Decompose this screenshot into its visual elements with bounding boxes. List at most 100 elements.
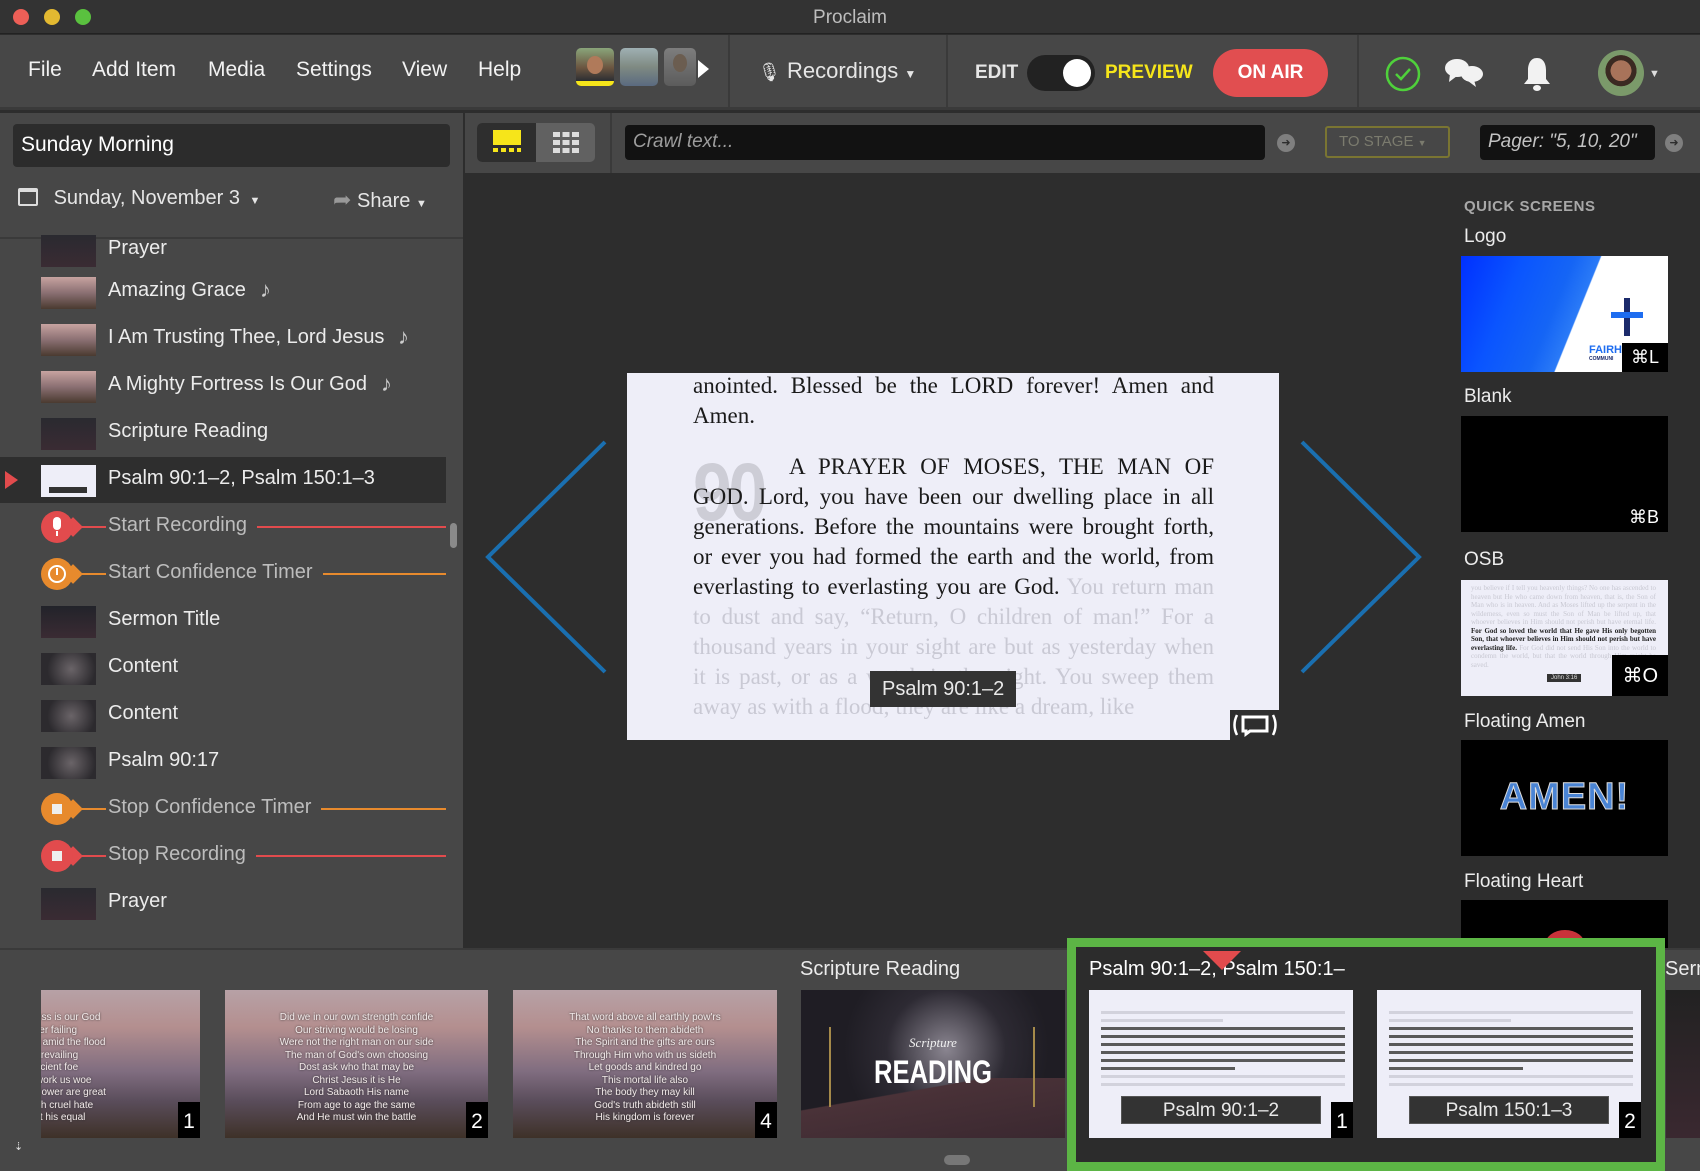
service-item[interactable]: Psalm 90:1–2, Psalm 150:1–3: [0, 457, 446, 503]
item-thumbnail: [41, 418, 96, 450]
strip-scrollbar[interactable]: [944, 1155, 970, 1165]
item-label: Scripture Reading: [108, 420, 269, 442]
item-label: Sermon Title: [108, 608, 221, 630]
cameras-next-arrow-icon[interactable]: [698, 60, 709, 78]
service-item[interactable]: Prayer: [0, 880, 446, 926]
quick-screen-blank[interactable]: ⌘B: [1461, 416, 1668, 532]
service-item[interactable]: Scripture Reading: [0, 410, 446, 456]
menu-settings[interactable]: Settings: [296, 58, 372, 82]
cue-item[interactable]: Stop Recording: [0, 833, 446, 879]
to-stage-dropdown[interactable]: TO STAGE ▼: [1325, 126, 1450, 158]
song-slide-4[interactable]: That word above all earthly pow'rs No tha…: [513, 990, 777, 1138]
song-slide-lyrics: Did we in our own strength confide Our st…: [279, 1012, 434, 1123]
quick-screen-osb[interactable]: you believe if I tell you heavenly thing…: [1461, 580, 1668, 696]
stage-toolbar: Crawl text... ➜ TO STAGE ▼ Pager: "5, 10…: [465, 113, 1700, 173]
menu-file[interactable]: File: [28, 58, 62, 82]
logo-shortcut: ⌘L: [1621, 343, 1668, 372]
cue-line: [321, 808, 446, 810]
service-item[interactable]: I Am Trusting Thee, Lord Jesus ♪: [0, 316, 446, 362]
logo-text: FAIRH: [1589, 344, 1622, 356]
camera-1-thumb[interactable]: [576, 48, 614, 86]
clock-icon: [41, 558, 73, 590]
music-note-icon: ♪: [381, 371, 392, 396]
chat-icon[interactable]: [1444, 56, 1486, 90]
broadcast-screen-icon[interactable]: [1230, 710, 1280, 740]
item-thumbnail: [41, 888, 96, 920]
song-slide-1[interactable]: A mighty fortress is our GodA bulwark ne…: [41, 990, 200, 1138]
person-icon: [673, 54, 687, 72]
preview-mode-label[interactable]: PREVIEW: [1105, 62, 1193, 84]
previous-slide-arrow-icon[interactable]: [480, 435, 610, 680]
avatar-chevron-down-icon[interactable]: ▼: [1649, 68, 1660, 80]
service-item[interactable]: Sermon Title: [0, 598, 446, 644]
recordings-dropdown[interactable]: 🎙 Recordings ▼: [758, 58, 916, 84]
send-crawl-arrow-icon[interactable]: ➜: [1277, 134, 1295, 152]
cue-label: Start Recording: [108, 514, 247, 536]
cue-label: Stop Recording: [108, 843, 246, 865]
grid-view-button[interactable]: [553, 132, 579, 153]
to-stage-label: TO STAGE: [1339, 133, 1414, 150]
service-item[interactable]: Prayer: [0, 227, 446, 273]
quick-screen-floating-amen[interactable]: AMEN!: [1461, 740, 1668, 856]
slide-number: 2: [1619, 1102, 1641, 1138]
share-dropdown[interactable]: ➦ Share ▼: [333, 187, 427, 213]
bible-slide-reference: Psalm 90:1–2: [1121, 1096, 1321, 1124]
single-view-button[interactable]: [477, 123, 536, 162]
camera-3-thumb[interactable]: [664, 48, 696, 86]
bible-slide-2[interactable]: Psalm 150:1–3 2: [1377, 990, 1641, 1138]
service-item[interactable]: A Mighty Fortress Is Our God ♪: [0, 363, 446, 409]
edit-mode-label[interactable]: EDIT: [975, 62, 1018, 84]
next-group-slide[interactable]: [1666, 990, 1700, 1138]
item-label: Psalm 90:1–2, Psalm 150:1–3: [108, 467, 375, 489]
pager-input[interactable]: Pager: "5, 10, 20": [1480, 125, 1655, 160]
cue-item[interactable]: Stop Confidence Timer: [0, 786, 446, 832]
preview-slide[interactable]: anointed. Blessed be the LORD forever! A…: [627, 373, 1279, 740]
service-item[interactable]: Psalm 90:17: [0, 739, 446, 785]
crawl-text-input[interactable]: Crawl text...: [625, 125, 1265, 160]
menu-help[interactable]: Help: [478, 58, 521, 82]
item-label: A Mighty Fortress Is Our God: [108, 373, 367, 395]
item-thumbnail: [41, 324, 96, 356]
bible-slide-1[interactable]: Psalm 90:1–2 1: [1089, 990, 1353, 1138]
menu-add-item[interactable]: Add Item: [92, 58, 176, 82]
notifications-bell-icon[interactable]: [1521, 55, 1553, 93]
song-slide-lyrics: A mighty fortress is our GodA bulwark ne…: [41, 1012, 106, 1123]
scripture-reading-slide[interactable]: Scripture READING: [801, 990, 1065, 1138]
song-slide-2[interactable]: Did we in our own strength confide Our st…: [225, 990, 488, 1138]
music-note-icon: ♪: [398, 324, 409, 349]
slide-reference-badge: Psalm 90:1–2: [870, 671, 1017, 707]
service-date-dropdown[interactable]: Sunday, November 3 ▼: [18, 187, 260, 210]
user-avatar[interactable]: [1598, 50, 1644, 96]
collapse-strip-icon[interactable]: ⇣: [14, 1140, 23, 1153]
camera-2-thumb[interactable]: [620, 48, 658, 86]
on-air-button[interactable]: ON AIR: [1213, 49, 1328, 97]
item-thumbnail: [41, 747, 96, 779]
cue-item[interactable]: Start Recording: [0, 504, 446, 550]
item-thumbnail: [41, 371, 96, 403]
osb-reference-badge: John 3:16: [1547, 674, 1582, 682]
blank-shortcut: ⌘B: [1619, 503, 1668, 532]
playhead-marker-icon: [1203, 951, 1241, 970]
slide-number: 4: [755, 1102, 777, 1138]
service-item[interactable]: Amazing Grace ♪: [0, 269, 446, 315]
microphone-icon: 🎙: [758, 62, 781, 82]
osb-shortcut: ⌘O: [1612, 655, 1668, 696]
service-item[interactable]: Content: [0, 645, 446, 691]
send-pager-arrow-icon[interactable]: ➜: [1665, 134, 1683, 152]
menu-view[interactable]: View: [402, 58, 447, 82]
bible-slide-text: [1101, 1006, 1345, 1091]
item-thumbnail: [41, 700, 96, 732]
next-slide-arrow-icon[interactable]: [1297, 435, 1427, 680]
edit-preview-toggle[interactable]: [1027, 55, 1095, 91]
service-item[interactable]: Content: [0, 692, 446, 738]
item-label: Prayer: [108, 237, 167, 259]
quick-screen-osb-label: OSB: [1464, 549, 1505, 570]
chevron-down-icon: ▼: [904, 67, 917, 81]
sidebar-scrollbar[interactable]: [450, 523, 457, 548]
quick-screen-logo[interactable]: FAIRH COMMUNI ⌘L: [1461, 256, 1668, 372]
status-check-icon[interactable]: [1384, 55, 1422, 93]
stop-icon: [41, 840, 73, 872]
menu-media[interactable]: Media: [208, 58, 265, 82]
service-name-field[interactable]: Sunday Morning: [13, 124, 450, 167]
cue-item[interactable]: Start Confidence Timer: [0, 551, 446, 597]
